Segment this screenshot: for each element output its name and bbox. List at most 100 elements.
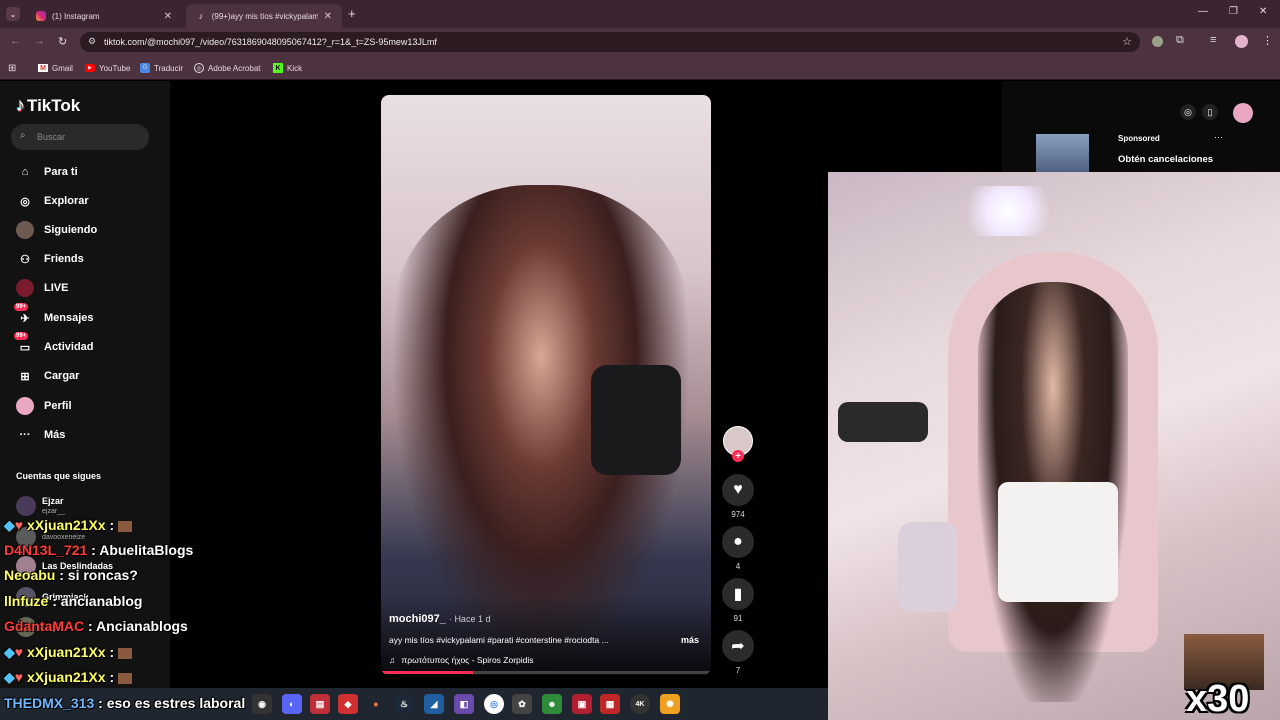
tiktok-logo[interactable]: ♪ TikTok bbox=[16, 95, 80, 116]
extension-icon[interactable] bbox=[1152, 36, 1163, 47]
profile-avatar[interactable] bbox=[1235, 35, 1248, 48]
bookmark-youtube[interactable]: ▶ YouTube bbox=[85, 56, 130, 80]
video-author[interactable]: mochi097_ bbox=[389, 613, 446, 625]
video-sound[interactable]: ♫ πρωτότυπος ήχος - Spiros Zorpidis bbox=[389, 655, 534, 665]
reload-icon[interactable]: ↻ bbox=[58, 35, 67, 48]
save-count: 91 bbox=[733, 614, 743, 623]
close-tab-icon[interactable]: ✕ bbox=[324, 11, 332, 22]
progress-track[interactable] bbox=[381, 671, 711, 674]
menu-kebab-icon[interactable]: ⋮ bbox=[1262, 34, 1273, 47]
chat-message: Neoabu : si roncas? bbox=[4, 567, 138, 583]
forward-icon[interactable]: → bbox=[34, 35, 45, 47]
tab-search-icon[interactable]: ⌄ bbox=[6, 7, 20, 21]
nav-siguiendo[interactable]: Siguiendo bbox=[16, 218, 97, 242]
nav-live[interactable]: LIVE bbox=[16, 276, 68, 300]
bookmark-kick[interactable]: K Kick bbox=[273, 56, 302, 80]
chat-username: GdantaMAC bbox=[4, 618, 85, 634]
chat-message: llnfuze : ancianablog bbox=[4, 593, 142, 609]
search-input[interactable]: ⌕ Buscar bbox=[11, 124, 149, 150]
nav-para-ti[interactable]: ⌂ Para ti bbox=[16, 160, 78, 184]
nav-actividad[interactable]: ▭ 99+ Actividad bbox=[14, 332, 94, 359]
media-controls-icon[interactable]: ≡ bbox=[1210, 34, 1216, 46]
save-button[interactable]: ▮ 91 bbox=[722, 578, 754, 623]
emote-icon bbox=[118, 672, 133, 684]
chat-text: : eso es estres laboral bbox=[98, 695, 246, 711]
firefox-icon[interactable]: ● bbox=[366, 694, 386, 714]
chat-message: ◆♥ xXjuan21Xx : bbox=[4, 517, 133, 534]
taskbar-app-icon[interactable]: ◢ bbox=[424, 694, 444, 714]
emote-icon bbox=[118, 647, 133, 659]
explore-icon[interactable]: ◎ bbox=[1180, 104, 1196, 120]
taskbar-app-icon[interactable]: ▦ bbox=[600, 694, 620, 714]
taskbar-app-icon[interactable]: ✺ bbox=[660, 694, 680, 714]
minimize-button[interactable]: — bbox=[1198, 6, 1208, 17]
taskbar-app-icon[interactable]: ▤ bbox=[310, 694, 330, 714]
nav-friends[interactable]: ⚇ Friends bbox=[16, 247, 84, 271]
user-avatar[interactable] bbox=[1233, 103, 1253, 123]
discord-icon[interactable]: ◐ bbox=[282, 694, 302, 714]
taskbar-app-icon[interactable]: ◉ bbox=[252, 694, 272, 714]
compass-icon: ◎ bbox=[20, 195, 30, 208]
address-bar[interactable]: ⚙ tiktok.com/@mochi097_/video/7631869048… bbox=[80, 32, 1140, 52]
activity-icon: ▭ 99+ bbox=[14, 332, 31, 354]
tab-instagram[interactable]: (1) Instagram ✕ bbox=[26, 4, 182, 28]
comment-button[interactable]: ● 4 bbox=[722, 526, 754, 571]
device-icon[interactable]: ▯ bbox=[1202, 104, 1218, 120]
chrome-icon[interactable]: ◎ bbox=[484, 694, 504, 714]
nav-mas[interactable]: ··· Más bbox=[16, 423, 66, 447]
steam-icon[interactable]: ♨ bbox=[394, 694, 414, 714]
account-item[interactable]: Ejzar ejzar__ bbox=[16, 493, 65, 519]
nav-label: Actividad bbox=[44, 341, 94, 353]
share-button[interactable]: ➦ 7 bbox=[722, 630, 754, 675]
bookmark-adobe-acrobat[interactable]: ◎ Adobe Acrobat bbox=[194, 56, 260, 80]
ad-thumbnail[interactable] bbox=[1036, 134, 1089, 172]
comment-icon: ● bbox=[722, 526, 754, 558]
url-text: tiktok.com/@mochi097_/video/763186904809… bbox=[104, 37, 437, 47]
tiktok-logo-icon: ♪ bbox=[16, 95, 25, 115]
bookmark-label: Kick bbox=[287, 63, 303, 73]
close-window-button[interactable]: ✕ bbox=[1259, 6, 1267, 17]
nav-perfil[interactable]: Perfil bbox=[16, 394, 72, 418]
restore-button[interactable]: ❐ bbox=[1229, 6, 1238, 17]
chat-message: ◆♥ xXjuan21Xx : bbox=[4, 644, 133, 661]
caption-more-link[interactable]: más bbox=[681, 635, 699, 645]
bookmark-star-icon[interactable]: ☆ bbox=[1122, 35, 1132, 48]
follow-plus-icon[interactable]: + bbox=[732, 450, 744, 462]
tab-title: (1) Instagram bbox=[52, 11, 100, 21]
taskbar-app-icon[interactable]: ✿ bbox=[512, 694, 532, 714]
tab-tiktok[interactable]: ♪ (99+)ayy mis tíos #vickypalami ✕ bbox=[186, 4, 342, 28]
home-icon: ⌂ bbox=[21, 166, 29, 178]
chat-username: Neoabu bbox=[4, 567, 56, 583]
taskbar-app-icon[interactable]: ▣ bbox=[572, 694, 592, 714]
close-tab-icon[interactable]: ✕ bbox=[164, 11, 172, 22]
mod-badge-icon: ♥ bbox=[14, 517, 24, 533]
back-icon[interactable]: ← bbox=[10, 35, 21, 47]
bookmark-label: Traducir bbox=[154, 63, 184, 73]
nav-label: Mensajes bbox=[44, 312, 94, 324]
apps-grid-icon[interactable]: ⊞ bbox=[8, 56, 16, 80]
site-info-icon[interactable]: ⚙ bbox=[88, 36, 96, 47]
nav-explorar[interactable]: ◎ Explorar bbox=[16, 189, 88, 213]
chat-message: D4N13L_721 : AbuelitaBlogs bbox=[4, 542, 193, 558]
nav-label: Más bbox=[44, 429, 66, 441]
taskbar-app-icon[interactable]: ☻ bbox=[542, 694, 562, 714]
kick-icon: K bbox=[273, 63, 283, 73]
notification-badge: 99+ bbox=[14, 332, 29, 340]
taskbar-app-icon[interactable]: ◧ bbox=[454, 694, 474, 714]
new-tab-button[interactable]: + bbox=[348, 6, 356, 21]
bookmark-gmail[interactable]: M Gmail bbox=[38, 56, 73, 80]
taskbar-app-icon[interactable]: ◆ bbox=[338, 694, 358, 714]
4k-app-icon[interactable]: 4K bbox=[630, 694, 650, 714]
chat-message: GdantaMAC : Ancianablogs bbox=[4, 618, 188, 634]
ad-more-icon[interactable]: ··· bbox=[1214, 132, 1223, 142]
video-player[interactable]: mochi097_ · Hace 1 d ayy mis tíos #vicky… bbox=[381, 95, 711, 675]
profile-avatar-icon bbox=[16, 397, 34, 415]
extensions-puzzle-icon[interactable]: ⧉ bbox=[1176, 34, 1184, 47]
account-handle: ejzar__ bbox=[42, 508, 65, 515]
chat-username: D4N13L_721 bbox=[4, 542, 88, 558]
like-button[interactable]: ♥ 974 bbox=[722, 474, 754, 519]
avatar bbox=[16, 496, 36, 516]
bookmark-traducir[interactable]: G Traducir bbox=[140, 56, 183, 80]
nav-mensajes[interactable]: ✈ 99+ Mensajes bbox=[14, 303, 94, 330]
nav-cargar[interactable]: ⊞ Cargar bbox=[16, 364, 79, 388]
